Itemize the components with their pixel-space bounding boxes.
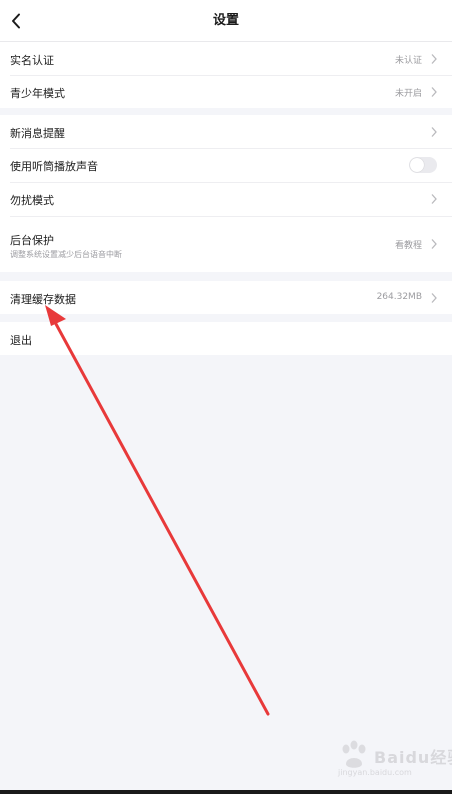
settings-group-storage: 清理缓存数据 264.32MB [0, 281, 452, 314]
settings-item-do-not-disturb[interactable]: 勿扰模式 [0, 182, 452, 216]
chevron-right-icon [431, 54, 437, 64]
item-label: 新消息提醒 [10, 127, 65, 140]
item-label: 勿扰模式 [10, 194, 54, 207]
item-label: 退出 [10, 334, 32, 347]
item-value: 看教程 [394, 241, 422, 251]
item-sublabel: 调整系统设置减少后台语音中断 [10, 250, 122, 259]
settings-group-account: 实名认证 未认证 青少年模式 未开启 [0, 42, 452, 108]
chevron-right-icon [431, 127, 437, 137]
logout-button[interactable]: 退出 [0, 322, 452, 355]
item-label: 青少年模式 [10, 87, 65, 100]
item-label: 后台保护 [10, 234, 54, 247]
settings-item-new-message-alert[interactable]: 新消息提醒 [0, 115, 452, 148]
item-value: 未开启 [394, 89, 422, 99]
watermark-url: jingyan.baidu.com [338, 768, 412, 777]
bottom-edge [0, 790, 452, 794]
chevron-right-icon [431, 87, 437, 97]
item-label: 使用听筒播放声音 [10, 160, 98, 173]
chevron-right-icon [431, 293, 437, 303]
page-title: 设置 [212, 13, 239, 28]
watermark-brand: Baidu经验 [374, 748, 452, 767]
settings-item-earpiece-playback: 使用听筒播放声音 [0, 148, 452, 182]
settings-group-notifications: 新消息提醒 使用听筒播放声音 勿扰模式 后台保护 调整系统设置减少后台语音中断 … [0, 115, 452, 272]
settings-item-teen-mode[interactable]: 青少年模式 未开启 [0, 75, 452, 108]
paw-icon [342, 740, 366, 768]
settings-item-clear-cache[interactable]: 清理缓存数据 264.32MB [0, 281, 452, 314]
settings-item-background-protection[interactable]: 后台保护 调整系统设置减少后台语音中断 看教程 [0, 216, 452, 272]
chevron-right-icon [431, 194, 437, 204]
item-value: 未认证 [394, 56, 422, 66]
item-label: 实名认证 [10, 54, 54, 67]
earpiece-toggle[interactable] [409, 157, 437, 173]
item-label: 清理缓存数据 [10, 293, 76, 306]
arrow-shaft [54, 322, 270, 716]
settings-item-real-name[interactable]: 实名认证 未认证 [0, 42, 452, 75]
settings-group-logout: 退出 [0, 322, 452, 355]
watermark: Baidu经验 jingyan.baidu.com [336, 738, 452, 782]
toggle-knob [410, 158, 424, 172]
chevron-right-icon [431, 239, 437, 249]
item-value: 264.32MB [376, 292, 422, 302]
nav-bar: 设置 [0, 0, 452, 42]
